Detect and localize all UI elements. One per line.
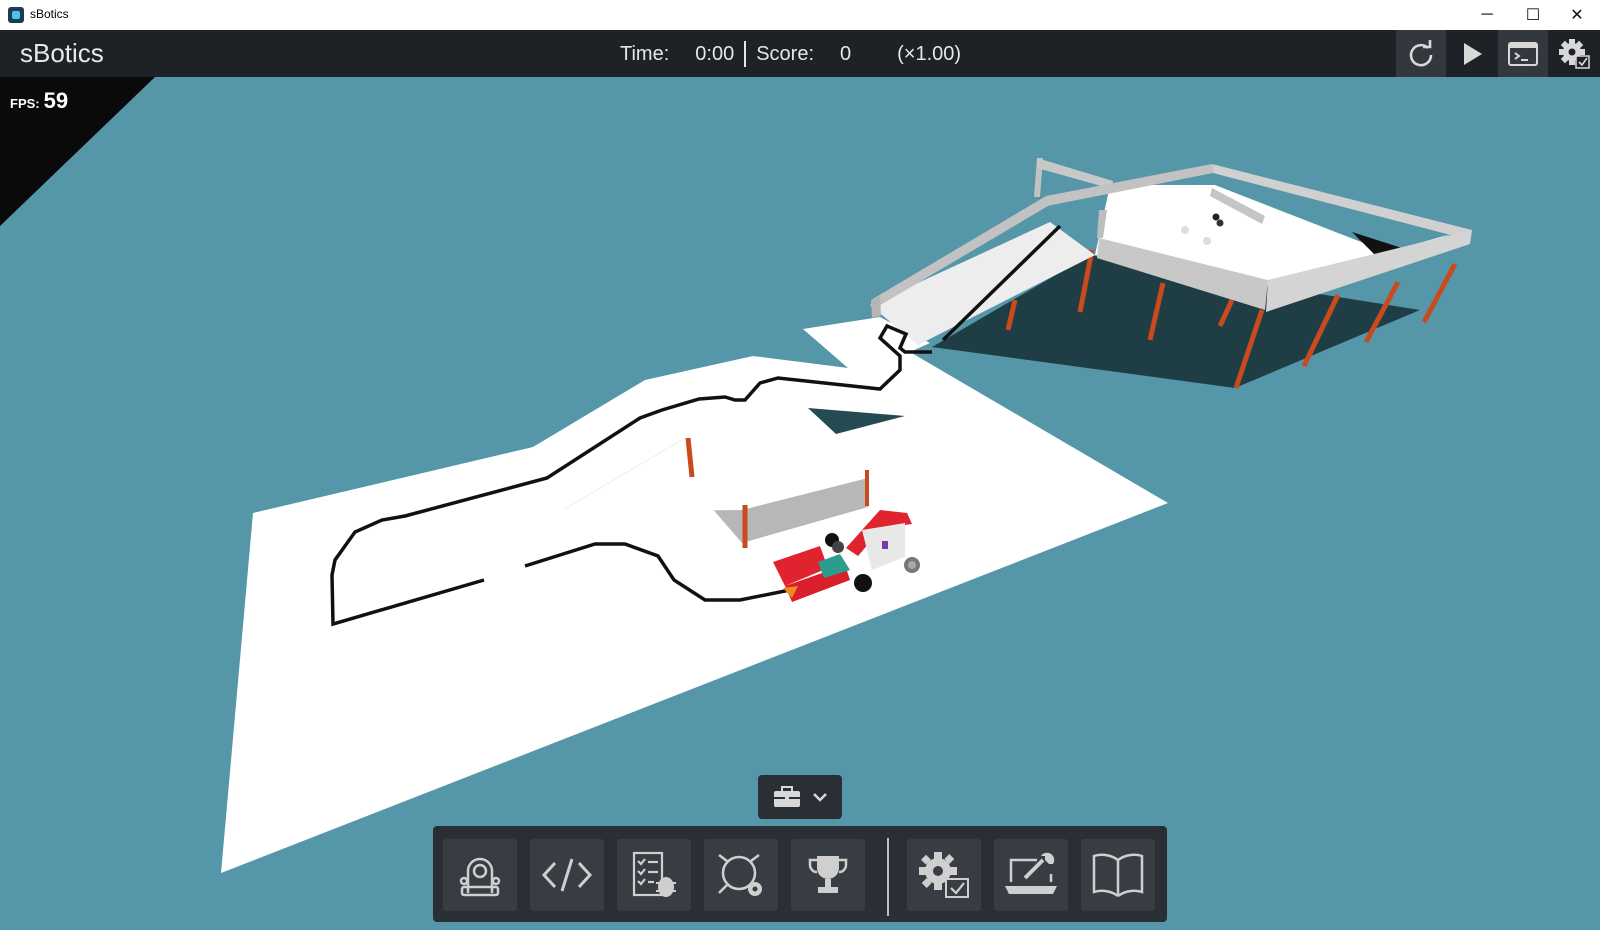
toolbox-icon xyxy=(774,786,800,807)
debug-checklist-icon xyxy=(632,851,676,897)
config-settings-icon xyxy=(919,852,969,898)
code-icon xyxy=(541,858,593,892)
fps-label: FPS: xyxy=(10,96,40,111)
settings-icon xyxy=(1559,38,1590,69)
app-header: sBotics Time: 0:00 Score: 0 (×1.00) xyxy=(0,30,1600,77)
sensor-settings-button[interactable] xyxy=(704,839,778,911)
config-settings-button[interactable] xyxy=(907,839,981,911)
book-icon xyxy=(1092,853,1144,898)
play-button[interactable] xyxy=(1447,30,1497,77)
laptop-tools-button[interactable] xyxy=(994,839,1068,911)
close-button[interactable]: ✕ xyxy=(1554,0,1600,30)
time-label: Time: xyxy=(620,42,670,65)
terminal-button[interactable] xyxy=(1498,30,1548,77)
window-title-bar: sBotics ─ ☐ ✕ xyxy=(0,0,1600,31)
book-button[interactable] xyxy=(1081,839,1155,911)
terminal-icon xyxy=(1508,41,1538,66)
bottom-toolbar xyxy=(433,826,1167,922)
time-value: 0:00 xyxy=(695,42,735,65)
score-value: 0 xyxy=(840,42,852,65)
reset-icon xyxy=(1409,39,1433,66)
app-name: sBotics xyxy=(20,38,104,68)
fps-counter: FPS: 59 xyxy=(10,88,68,114)
score-label: Score: xyxy=(756,42,815,65)
trophy-button[interactable] xyxy=(791,839,865,911)
debug-checklist-button[interactable] xyxy=(617,839,691,911)
settings-button[interactable] xyxy=(1549,30,1599,77)
maximize-button[interactable]: ☐ xyxy=(1510,0,1556,30)
minimize-button[interactable]: ─ xyxy=(1464,0,1510,30)
speed-multiplier: (×1.00) xyxy=(897,42,962,65)
chevron-down-icon xyxy=(813,793,827,802)
window-title: sBotics xyxy=(30,7,69,21)
fps-value: 59 xyxy=(43,88,69,113)
trophy-icon xyxy=(808,856,848,893)
code-button[interactable] xyxy=(530,839,604,911)
sensor-settings-icon xyxy=(718,854,762,896)
app-icon xyxy=(8,7,24,23)
play-icon xyxy=(1464,42,1482,65)
toolbar-divider xyxy=(887,838,889,916)
hud-divider xyxy=(744,41,747,67)
score-hud: Time: 0:00 Score: 0 (×1.00) xyxy=(620,41,961,67)
reset-button[interactable] xyxy=(1396,30,1446,77)
toolbox-toggle-button[interactable] xyxy=(758,775,842,819)
robot-button[interactable] xyxy=(443,839,517,911)
laptop-tools-icon xyxy=(1005,852,1057,894)
robot-icon xyxy=(459,857,501,897)
